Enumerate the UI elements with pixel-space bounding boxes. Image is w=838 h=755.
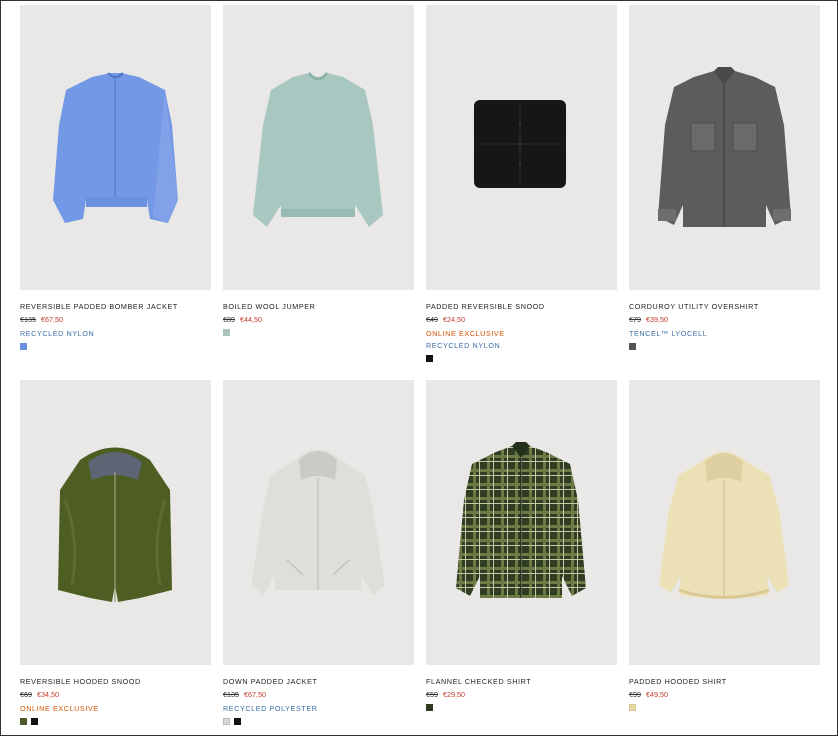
product-image-overshirt[interactable] <box>629 5 820 290</box>
product-price: €79 €39,50 <box>629 315 820 324</box>
product-image-bomber-jacket[interactable] <box>20 5 211 290</box>
product-image-wool-jumper[interactable] <box>223 5 414 290</box>
original-price: €99 <box>629 690 641 699</box>
material-tag: RECYCLED POLYESTER <box>223 704 318 713</box>
product-price: €99 €49,50 <box>629 690 820 699</box>
color-swatch[interactable] <box>20 343 27 350</box>
product-image-down-jacket[interactable] <box>223 380 414 665</box>
original-price: €89 <box>223 315 235 324</box>
color-swatch[interactable] <box>31 718 38 725</box>
original-price: €49 <box>426 315 438 324</box>
product-name[interactable]: FLANNEL CHECKED SHIRT <box>426 677 617 686</box>
product-listing-page: REVERSIBLE PADDED BOMBER JACKET €135 €67… <box>0 0 838 736</box>
original-price: €135 <box>223 690 239 699</box>
sale-price: €24,50 <box>443 315 465 324</box>
product-price: €59 €29,50 <box>426 690 617 699</box>
exclusive-tag: ONLINE EXCLUSIVE <box>20 704 99 713</box>
color-swatches <box>20 343 211 350</box>
product-name[interactable]: DOWN PADDED JACKET <box>223 677 414 686</box>
product-card[interactable]: CORDUROY UTILITY OVERSHIRT €79 €39,50 TE… <box>629 5 820 380</box>
original-price: €135 <box>20 315 36 324</box>
product-card[interactable]: BOILED WOOL JUMPER €89 €44,50 <box>223 5 414 380</box>
color-swatch[interactable] <box>223 718 230 725</box>
product-price: €69 €34,50 <box>20 690 211 699</box>
product-card[interactable]: REVERSIBLE PADDED BOMBER JACKET €135 €67… <box>20 5 211 380</box>
sale-price: €49,50 <box>646 690 668 699</box>
product-card[interactable]: PADDED HOODED SHIRT €99 €49,50 <box>629 380 820 755</box>
sale-price: €39,50 <box>646 315 668 324</box>
color-swatches <box>223 329 414 336</box>
color-swatches <box>629 343 820 350</box>
product-price: €135 €67,50 <box>223 690 414 699</box>
color-swatch[interactable] <box>20 718 27 725</box>
product-name[interactable]: CORDUROY UTILITY OVERSHIRT <box>629 302 820 311</box>
product-image-flannel-shirt[interactable] <box>426 380 617 665</box>
sale-price: €29,50 <box>443 690 465 699</box>
product-name[interactable]: BOILED WOOL JUMPER <box>223 302 414 311</box>
exclusive-tag: ONLINE EXCLUSIVE <box>426 329 505 338</box>
material-tag: RECYCLED NYLON <box>20 329 95 338</box>
product-image-hooded-shirt[interactable] <box>629 380 820 665</box>
product-name[interactable]: REVERSIBLE PADDED BOMBER JACKET <box>20 302 211 311</box>
color-swatches <box>426 704 617 711</box>
original-price: €79 <box>629 315 641 324</box>
product-card[interactable]: PADDED REVERSIBLE SNOOD €49 €24,50 ONLIN… <box>426 5 617 380</box>
product-card[interactable]: REVERSIBLE HOODED SNOOD €69 €34,50 ONLIN… <box>20 380 211 755</box>
original-price: €69 <box>20 690 32 699</box>
color-swatch[interactable] <box>426 355 433 362</box>
color-swatch[interactable] <box>629 343 636 350</box>
color-swatch[interactable] <box>223 329 230 336</box>
product-name[interactable]: PADDED HOODED SHIRT <box>629 677 820 686</box>
product-price: €135 €67,50 <box>20 315 211 324</box>
color-swatches <box>20 718 211 725</box>
product-card[interactable]: FLANNEL CHECKED SHIRT €59 €29,50 <box>426 380 617 755</box>
material-tag: TENCEL™ LYOCELL <box>629 329 708 338</box>
material-tag: RECYCLED NYLON <box>426 341 501 350</box>
color-swatches <box>629 704 820 711</box>
color-swatches <box>426 355 617 362</box>
original-price: €59 <box>426 690 438 699</box>
sale-price: €67,50 <box>244 690 266 699</box>
product-price: €89 €44,50 <box>223 315 414 324</box>
sale-price: €34,50 <box>37 690 59 699</box>
sale-price: €44,50 <box>240 315 262 324</box>
product-image-hooded-snood[interactable] <box>20 380 211 665</box>
product-card[interactable]: DOWN PADDED JACKET €135 €67,50 RECYCLED … <box>223 380 414 755</box>
product-price: €49 €24,50 <box>426 315 617 324</box>
color-swatches <box>223 718 414 725</box>
color-swatch[interactable] <box>629 704 636 711</box>
product-image-snood[interactable] <box>426 5 617 290</box>
sale-price: €67,50 <box>41 315 63 324</box>
product-name[interactable]: PADDED REVERSIBLE SNOOD <box>426 302 617 311</box>
color-swatch[interactable] <box>234 718 241 725</box>
color-swatch[interactable] <box>426 704 433 711</box>
product-name[interactable]: REVERSIBLE HOODED SNOOD <box>20 677 211 686</box>
product-grid: REVERSIBLE PADDED BOMBER JACKET €135 €67… <box>20 5 820 755</box>
